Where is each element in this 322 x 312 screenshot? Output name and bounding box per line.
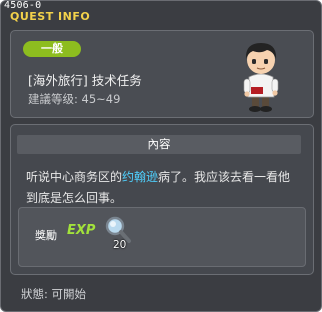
recommended-level: 建議等级: 45~49 — [28, 92, 121, 106]
quest-status: 狀態: 可開始 — [21, 287, 87, 301]
quest-header-panel: 一般 [海外旅行] 技术任务 建議等级: 45~49 — [10, 30, 314, 118]
reward-label: 獎勵 — [35, 229, 57, 242]
description-text-start: 听说中心商务区的 — [26, 170, 123, 184]
reward-panel: 獎勵 EXP 20 — [18, 207, 306, 267]
npc-portrait-icon — [243, 43, 279, 112]
npc-name-link[interactable]: 约翰逊 — [122, 170, 158, 184]
quest-name: [海外旅行] 技术任务 — [28, 73, 142, 88]
quest-type-badge: 一般 — [23, 41, 81, 57]
reward-item[interactable]: 20 — [103, 215, 133, 253]
quest-description: 听说中心商务区的约翰逊病了。我应该去看一看他到底是怎么回事。 — [26, 167, 296, 209]
window-title: QUEST INFO — [10, 10, 91, 23]
exp-icon: EXP — [67, 219, 101, 241]
exp-label: EXP — [67, 223, 96, 238]
content-header: 內容 — [17, 135, 301, 154]
quest-content-panel: 內容 听说中心商务区的约翰逊病了。我应该去看一看他到底是怎么回事。 獎勵 EXP… — [10, 124, 314, 275]
reward-item-count: 20 — [113, 239, 127, 251]
quest-info-window: 4506-0 QUEST INFO 一般 [海外旅行] 技术任务 建議等级: 4… — [0, 0, 322, 312]
